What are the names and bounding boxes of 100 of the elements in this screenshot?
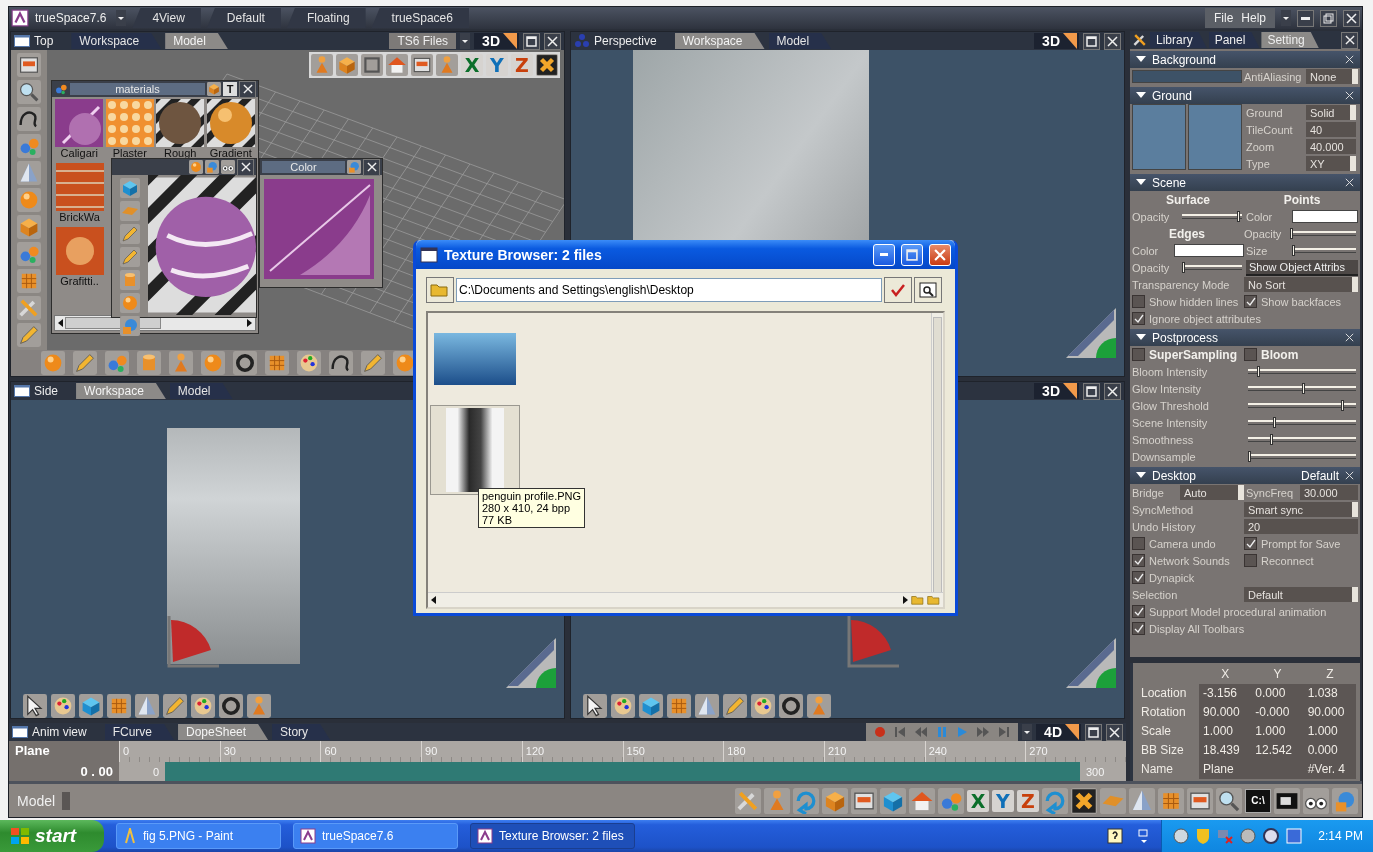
folder-icon[interactable]: [927, 594, 941, 606]
mode-button[interactable]: 3D: [1034, 383, 1079, 399]
ring-icon[interactable]: [219, 694, 243, 718]
checkbox[interactable]: [1132, 571, 1145, 584]
checkbox[interactable]: [1132, 554, 1145, 567]
help-icon[interactable]: [1107, 828, 1124, 844]
caret-icon[interactable]: [1022, 724, 1033, 740]
slider-thumb[interactable]: [1290, 228, 1293, 239]
window-icon[interactable]: [1187, 787, 1213, 814]
slider-thumb[interactable]: [1181, 262, 1185, 273]
close-button[interactable]: [239, 80, 256, 98]
pencil-icon[interactable]: [120, 224, 140, 244]
section-title[interactable]: Ground: [1152, 88, 1193, 103]
slider-thumb[interactable]: [1273, 417, 1276, 428]
maximize-button[interactable]: [1083, 32, 1100, 50]
molecule-icon[interactable]: [54, 82, 68, 96]
checkbox[interactable]: [1244, 537, 1257, 550]
cone-icon[interactable]: [17, 161, 41, 185]
pencil-icon[interactable]: [163, 694, 187, 718]
collapse-triangle-icon[interactable]: [1136, 56, 1146, 63]
menu-item[interactable]: File: [1210, 11, 1237, 25]
cone-icon[interactable]: [1129, 787, 1155, 814]
dropdown[interactable]: XY: [1306, 156, 1356, 171]
maximize-button[interactable]: [1085, 723, 1102, 741]
house-icon[interactable]: [386, 54, 408, 76]
pencil-icon[interactable]: [361, 351, 385, 375]
view-tab[interactable]: Workspace: [71, 33, 162, 49]
start-button[interactable]: start: [0, 820, 104, 852]
dropdown[interactable]: No Sort: [1244, 277, 1358, 292]
ring-icon[interactable]: [779, 694, 803, 718]
view-tab[interactable]: Story: [272, 724, 331, 740]
shield-icon[interactable]: [1195, 827, 1212, 845]
color-swatch[interactable]: [1174, 244, 1244, 257]
close-button[interactable]: [1104, 32, 1121, 50]
axis-button[interactable]: Z: [511, 54, 533, 76]
pencil-icon[interactable]: [723, 694, 747, 718]
checkbox[interactable]: [1244, 295, 1257, 308]
palette-icon[interactable]: [191, 694, 215, 718]
square-icon[interactable]: [361, 54, 383, 76]
slider-thumb[interactable]: [1269, 434, 1273, 445]
close-button[interactable]: [1343, 9, 1360, 27]
dropdown[interactable]: Smart sync: [1244, 502, 1358, 517]
color-swatch[interactable]: [1132, 70, 1242, 83]
folder-icon[interactable]: [430, 282, 450, 298]
cross-icon[interactable]: [536, 54, 558, 76]
checkbox[interactable]: [1132, 537, 1145, 550]
tools-icon[interactable]: [1132, 32, 1148, 48]
material-swatch[interactable]: [55, 227, 104, 275]
material-swatch[interactable]: [55, 163, 104, 211]
checkbox[interactable]: [1132, 622, 1145, 635]
checkbox[interactable]: [1244, 554, 1257, 567]
checkbox[interactable]: [1132, 605, 1145, 618]
network-icon[interactable]: [1172, 827, 1191, 845]
close-button[interactable]: [363, 158, 380, 176]
view-tab[interactable]: Model: [768, 33, 832, 49]
axis-button[interactable]: Y: [486, 54, 508, 76]
slider-thumb[interactable]: [1341, 400, 1345, 411]
cursor-icon[interactable]: [583, 694, 607, 718]
cube-icon[interactable]: [17, 215, 41, 239]
layout-tab[interactable]: trueSpace6: [371, 8, 469, 28]
view-tab[interactable]: Model: [165, 33, 228, 49]
cube-icon[interactable]: [79, 694, 103, 718]
pencil-icon[interactable]: [17, 323, 41, 347]
taskbar-button[interactable]: trueSpace7.6: [293, 823, 458, 849]
material-swatch[interactable]: [156, 99, 205, 147]
layout-tab[interactable]: 4View: [132, 8, 201, 28]
dropdown[interactable]: None: [1306, 69, 1358, 84]
gear-icon[interactable]: [1262, 827, 1281, 845]
maximize-button[interactable]: [1083, 382, 1100, 400]
input-field[interactable]: 30.000: [1300, 485, 1358, 500]
eyes-icon[interactable]: [1303, 787, 1329, 814]
console-button[interactable]: C:\: [1245, 788, 1271, 813]
arrow-left-icon[interactable]: [430, 595, 438, 605]
cube-icon[interactable]: [336, 54, 358, 76]
color-swatch[interactable]: [1188, 104, 1242, 170]
path-field[interactable]: C:\Documents and Settings\english\Desktop: [456, 278, 882, 302]
axis-button[interactable]: Y: [992, 789, 1014, 812]
close-button[interactable]: [544, 32, 561, 50]
collapse-triangle-icon[interactable]: [1136, 472, 1146, 479]
material-swatch[interactable]: [105, 99, 154, 147]
close-button[interactable]: [237, 158, 254, 176]
cube-icon[interactable]: [880, 787, 906, 814]
cursor-icon[interactable]: [23, 694, 47, 718]
cone-icon[interactable]: [135, 694, 159, 718]
window-icon[interactable]: [17, 53, 41, 77]
mode-button[interactable]: 3D: [1034, 33, 1079, 49]
eyes-icon[interactable]: [221, 160, 235, 174]
checkbox[interactable]: [1132, 348, 1145, 361]
collapse-triangle-icon[interactable]: [1136, 92, 1146, 99]
section-title[interactable]: Desktop: [1152, 468, 1197, 483]
collapse-triangle-icon[interactable]: [1136, 179, 1146, 186]
magnifier-icon[interactable]: [17, 80, 41, 104]
attributes-button[interactable]: Show Object Attribs: [1246, 259, 1358, 276]
slider-thumb[interactable]: [1237, 211, 1240, 222]
caret-icon[interactable]: [460, 33, 471, 49]
menu-item[interactable]: Help: [1238, 11, 1269, 25]
panel-tab[interactable]: Panel: [1208, 32, 1260, 48]
window-icon[interactable]: [851, 787, 877, 814]
mode-button[interactable]: 3D: [474, 33, 519, 49]
collapse-triangle-icon[interactable]: [1136, 334, 1146, 341]
